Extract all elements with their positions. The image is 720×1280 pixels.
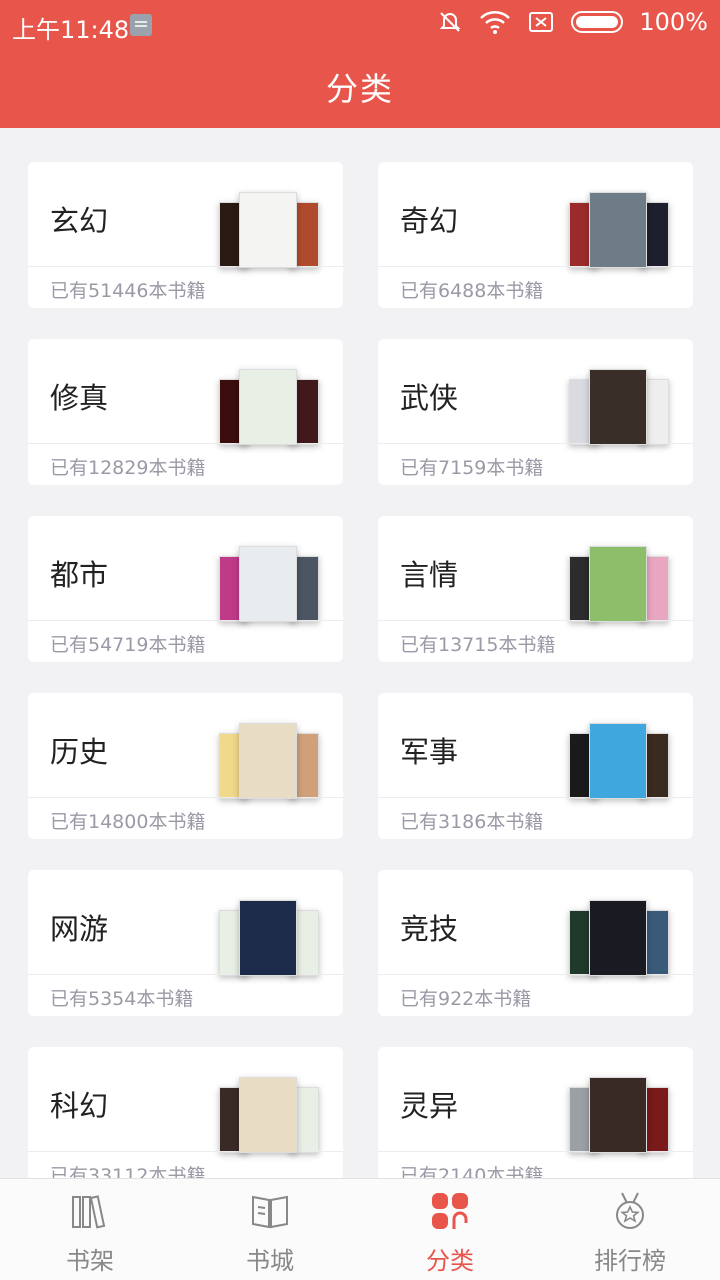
- category-name: 修真: [50, 381, 109, 415]
- category-card[interactable]: 修真已有12829本书籍: [28, 339, 343, 485]
- status-bar: 上午11:48 100%: [0, 0, 720, 50]
- category-name: 军事: [400, 735, 459, 769]
- book-cover: [239, 723, 297, 799]
- book-cover: [589, 900, 647, 976]
- book-cover: [589, 192, 647, 268]
- book-cover: [239, 1077, 297, 1153]
- category-name: 玄幻: [50, 204, 109, 238]
- book-count: 已有12829本书籍: [50, 457, 206, 479]
- tab-category[interactable]: 分类: [360, 1179, 540, 1280]
- book-cover: [589, 369, 647, 445]
- category-card[interactable]: 军事已有3186本书籍: [378, 693, 693, 839]
- category-name: 竞技: [400, 912, 459, 946]
- book-cover: [239, 192, 297, 268]
- book-count: 已有54719本书籍: [50, 634, 206, 656]
- book-covers: [219, 544, 319, 624]
- category-name: 奇幻: [400, 204, 459, 238]
- book-covers: [219, 367, 319, 447]
- category-card[interactable]: 都市已有54719本书籍: [28, 516, 343, 662]
- category-name: 科幻: [50, 1089, 109, 1123]
- page-title: 分类: [325, 70, 394, 108]
- book-count: 已有3186本书籍: [400, 811, 544, 833]
- book-count: 已有2140本书籍: [400, 1165, 544, 1178]
- category-card[interactable]: 玄幻已有51446本书籍: [28, 162, 343, 308]
- category-name: 灵异: [400, 1089, 459, 1123]
- book-covers: [569, 1075, 669, 1155]
- category-name: 历史: [50, 735, 109, 769]
- category-card[interactable]: 历史已有14800本书籍: [28, 693, 343, 839]
- app-header: 分类: [0, 50, 720, 128]
- mute-icon: [439, 12, 461, 32]
- book-count: 已有5354本书籍: [50, 988, 194, 1010]
- book-cover: [589, 1077, 647, 1153]
- battery-percent: 100%: [639, 8, 708, 36]
- battery-icon: [571, 11, 624, 33]
- category-name: 都市: [50, 558, 109, 592]
- book-count: 已有51446本书籍: [50, 280, 206, 302]
- book-count: 已有6488本书籍: [400, 280, 544, 302]
- book-covers: [569, 190, 669, 270]
- book-cover: [239, 900, 297, 976]
- category-name: 言情: [400, 558, 459, 592]
- category-card[interactable]: 奇幻已有6488本书籍: [378, 162, 693, 308]
- category-icon: [432, 1193, 468, 1229]
- category-card[interactable]: 言情已有13715本书籍: [378, 516, 693, 662]
- status-indicators: 100%: [437, 8, 708, 36]
- book-cover: [239, 546, 297, 622]
- book-covers: [569, 367, 669, 447]
- notification-icon: [130, 14, 152, 36]
- book-count: 已有13715本书籍: [400, 634, 556, 656]
- category-grid: 玄幻 已有51446本书籍 奇幻 已有6488本书籍 修真 已有12829本书籍 武侠 已有7…: [0, 128, 720, 1178]
- book-cover: [239, 369, 297, 445]
- medal-icon: [616, 1192, 644, 1229]
- book-covers: [569, 898, 669, 978]
- tab-label: 分类: [426, 1247, 474, 1275]
- book-covers: [219, 721, 319, 801]
- category-card[interactable]: 灵异已有2140本书籍: [378, 1047, 693, 1178]
- bottom-tab-bar: 书架 书城 分类 排行榜: [0, 1178, 720, 1280]
- book-covers: [569, 721, 669, 801]
- bookshelf-icon: [72, 1195, 106, 1229]
- book-count: 已有7159本书籍: [400, 457, 544, 479]
- category-card[interactable]: 武侠已有7159本书籍: [378, 339, 693, 485]
- tab-bookshelf[interactable]: 书架: [0, 1179, 180, 1280]
- book-covers: [219, 1075, 319, 1155]
- book-count: 已有33112本书籍: [50, 1165, 206, 1178]
- open-book-icon: [252, 1195, 288, 1229]
- book-cover: [589, 723, 647, 799]
- status-time: 上午11:48: [12, 16, 130, 44]
- category-card[interactable]: 网游已有5354本书籍: [28, 870, 343, 1016]
- tab-label: 书架: [66, 1247, 114, 1275]
- book-covers: [219, 190, 319, 270]
- wifi-icon: [480, 11, 511, 34]
- tab-label: 书城: [246, 1247, 294, 1275]
- tab-bookstore[interactable]: 书城: [180, 1179, 360, 1280]
- category-card[interactable]: 科幻已有33112本书籍: [28, 1047, 343, 1178]
- category-name: 网游: [50, 912, 109, 946]
- book-count: 已有922本书籍: [400, 988, 532, 1010]
- tab-label: 排行榜: [594, 1247, 666, 1275]
- no-sim-icon: [529, 12, 554, 32]
- tab-ranking[interactable]: 排行榜: [540, 1179, 720, 1280]
- book-covers: [219, 898, 319, 978]
- book-covers: [569, 544, 669, 624]
- category-name: 武侠: [400, 381, 459, 415]
- book-cover: [589, 546, 647, 622]
- book-count: 已有14800本书籍: [50, 811, 206, 833]
- category-card[interactable]: 竞技已有922本书籍: [378, 870, 693, 1016]
